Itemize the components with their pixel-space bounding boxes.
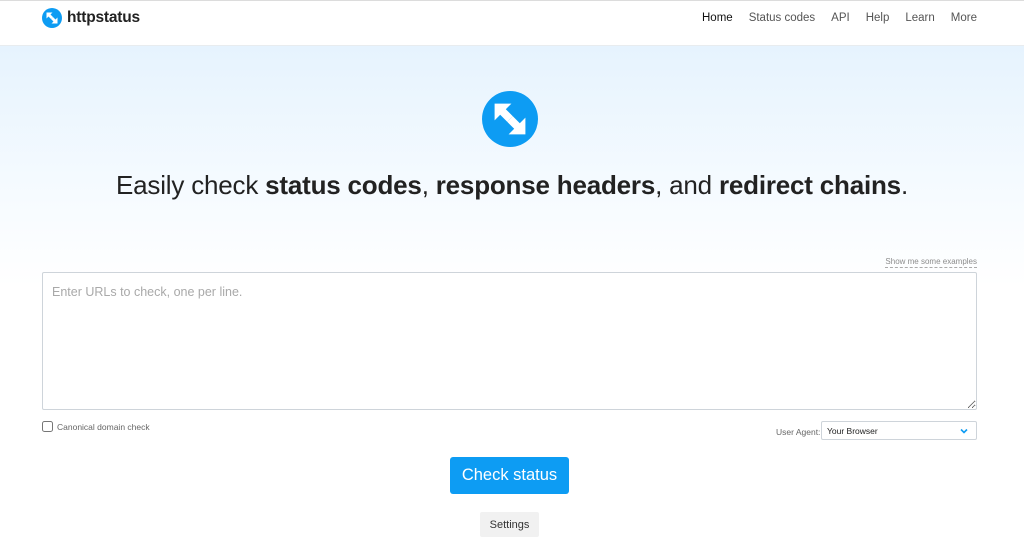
nav-home[interactable]: Home xyxy=(702,12,733,24)
canonical-domain-check[interactable]: Canonical domain check xyxy=(42,421,150,432)
user-agent-value: Your Browser xyxy=(827,425,878,436)
headline-separator-2: , and xyxy=(655,170,719,200)
chevron-down-icon xyxy=(960,428,968,434)
page-headline: Easily check status codes, response head… xyxy=(0,170,1024,201)
nav-api[interactable]: API xyxy=(831,12,850,24)
nav-more[interactable]: More xyxy=(951,12,977,24)
user-agent-label: User Agent: xyxy=(776,427,821,437)
main-nav: Home Status codes API Help Learn More xyxy=(686,12,977,24)
brand-name: httpstatus xyxy=(67,9,140,26)
headline-prefix: Easily check xyxy=(116,170,266,200)
hero-section: Easily check status codes, response head… xyxy=(0,46,1024,542)
nav-status-codes[interactable]: Status codes xyxy=(749,12,815,24)
headline-separator-1: , xyxy=(421,170,436,200)
top-navbar: httpstatus Home Status codes API Help Le… xyxy=(0,0,1024,46)
nav-help[interactable]: Help xyxy=(866,12,890,24)
settings-button[interactable]: Settings xyxy=(480,512,539,537)
brand-link[interactable]: httpstatus xyxy=(42,8,140,28)
url-input[interactable] xyxy=(42,272,977,410)
canonical-label: Canonical domain check xyxy=(57,421,150,432)
canonical-checkbox[interactable] xyxy=(42,421,53,432)
check-status-button[interactable]: Check status xyxy=(450,457,569,494)
show-examples-link[interactable]: Show me some examples xyxy=(885,257,977,268)
headline-status-codes: status codes xyxy=(265,170,422,200)
user-agent-select[interactable]: Your Browser xyxy=(821,421,977,440)
nav-learn[interactable]: Learn xyxy=(905,12,934,24)
httpstatus-logo-icon xyxy=(42,8,62,28)
headline-suffix: . xyxy=(900,170,908,200)
httpstatus-arrows-icon xyxy=(482,91,538,147)
headline-redirect-chains: redirect chains xyxy=(718,170,901,200)
headline-response-headers: response headers xyxy=(435,170,656,200)
